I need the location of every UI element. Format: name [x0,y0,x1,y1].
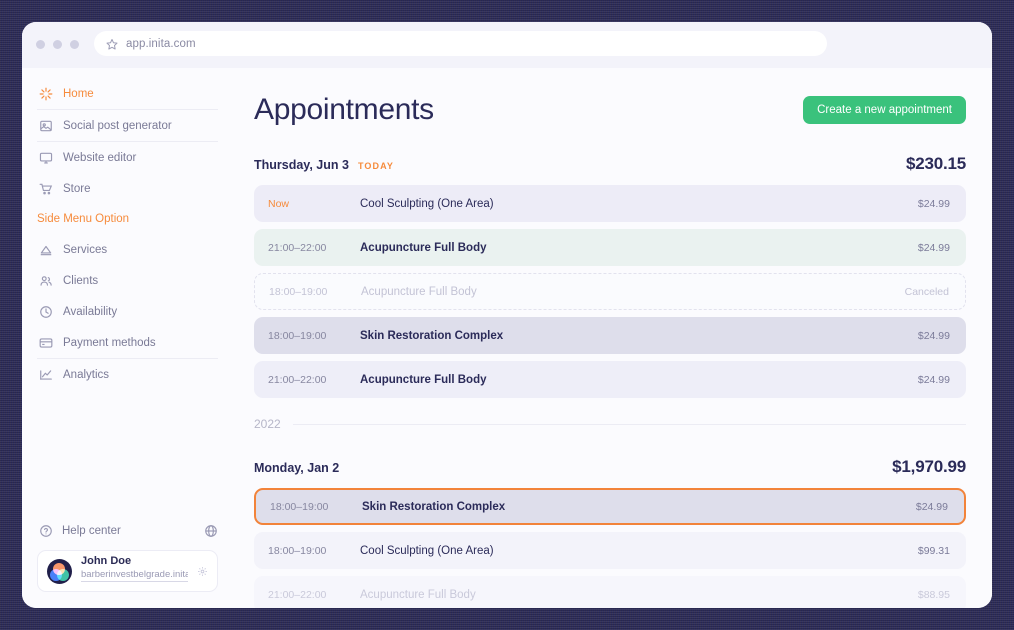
divider-line [293,424,966,425]
sidebar-item-label: Analytics [63,369,109,381]
card-icon [39,336,53,350]
window-controls[interactable] [36,40,79,49]
year-label: 2022 [254,417,281,431]
day-label: Monday, Jan 2 [254,461,339,475]
create-appointment-button[interactable]: Create a new appointment [803,96,966,124]
avatar [47,559,72,584]
appointment-row[interactable]: 18:00–19:00 Skin Restoration Complex $24… [254,317,966,354]
day-header: Thursday, Jun 3 TODAY $230.15 [254,154,966,174]
services-icon [39,243,53,257]
gear-icon[interactable] [197,566,208,577]
appointment-service: Acupuncture Full Body [360,374,918,386]
appointment-time: 18:00–19:00 [268,330,360,342]
day-header: Monday, Jan 2 $1,970.99 [254,457,966,477]
appointment-service: Acupuncture Full Body [360,242,918,254]
sidebar: Home Social post generator [22,68,228,608]
main-content: Appointments Create a new appointment Th… [228,68,992,608]
sidebar-item-services[interactable]: Services [37,234,228,265]
sidebar-item-label: Clients [63,275,98,287]
clients-icon [39,274,53,288]
appointment-row[interactable]: Now Cool Sculpting (One Area) $24.99 [254,185,966,222]
maximize-button[interactable] [70,40,79,49]
appointment-time: 18:00–19:00 [270,501,362,513]
profile-domain: barberinvestbelgrade.inita.c.. [81,568,188,582]
appointment-row[interactable]: 21:00–22:00 Acupuncture Full Body $24.99 [254,361,966,398]
sidebar-item-clients[interactable]: Clients [37,265,228,296]
today-badge: TODAY [358,161,394,171]
sparkle-icon [39,87,53,101]
browser-topbar: app.inita.com [22,22,992,68]
appointment-amount: $24.99 [916,501,948,513]
appointment-time: 18:00–19:00 [268,545,360,557]
chart-line-icon [39,368,53,382]
sidebar-item-availability[interactable]: Availability [37,296,228,327]
profile-text: John Doe barberinvestbelgrade.inita.c.. [81,555,188,587]
user-profile-card[interactable]: John Doe barberinvestbelgrade.inita.c.. [37,550,218,592]
appointment-service: Skin Restoration Complex [362,501,916,513]
year-divider: 2022 [254,417,966,431]
appointment-time: 18:00–19:00 [269,286,361,298]
day-label: Thursday, Jun 3 [254,158,349,172]
appointment-status: Canceled [905,286,949,298]
appointment-amount: $24.99 [918,330,950,342]
sidebar-item-label: Store [63,183,91,195]
appointment-service: Acupuncture Full Body [361,286,905,298]
page-title: Appointments [254,92,434,128]
globe-icon[interactable] [204,524,218,538]
day-total: $230.15 [906,154,966,174]
appointment-row-canceled[interactable]: 18:00–19:00 Acupuncture Full Body Cancel… [254,273,966,310]
appointment-row[interactable]: 18:00–19:00 Cool Sculpting (One Area) $9… [254,532,966,569]
cart-icon [39,182,53,196]
sidebar-item-label: Home [63,88,94,100]
sidebar-item-label: Social post generator [63,120,172,132]
appointment-row[interactable]: 21:00–22:00 Acupuncture Full Body $88.95 [254,576,966,608]
sidebar-item-label: Services [63,244,107,256]
appointment-amount: $99.31 [918,545,950,557]
question-circle-icon [39,524,53,538]
appointment-amount: $88.95 [918,589,950,601]
sidebar-item-website-editor[interactable]: Website editor [37,142,228,173]
appointment-time: 21:00–22:00 [268,589,360,601]
sidebar-item-home[interactable]: Home [37,78,228,109]
monitor-icon [39,151,53,165]
appointment-time: 21:00–22:00 [268,374,360,386]
appointment-service: Skin Restoration Complex [360,330,918,342]
appointment-row[interactable]: 21:00–22:00 Acupuncture Full Body $24.99 [254,229,966,266]
appointment-amount: $24.99 [918,374,950,386]
appointment-row-selected[interactable]: 18:00–19:00 Skin Restoration Complex $24… [254,488,966,525]
sidebar-item-analytics[interactable]: Analytics [37,359,228,390]
address-bar[interactable]: app.inita.com [94,31,827,56]
url-text: app.inita.com [126,38,196,50]
close-button[interactable] [36,40,45,49]
appointment-amount: $24.99 [918,242,950,254]
profile-name: John Doe [81,555,188,568]
help-center-label: Help center [62,525,121,537]
appointment-service: Acupuncture Full Body [360,589,918,601]
image-post-icon [39,119,53,133]
appointment-time: Now [268,198,360,210]
sidebar-group-label: Side Menu Option [37,204,228,234]
sidebar-footer: Help center John Doe [37,518,218,592]
minimize-button[interactable] [53,40,62,49]
star-icon[interactable] [106,38,118,50]
day-total: $1,970.99 [892,457,966,477]
appointment-amount: $24.99 [918,198,950,210]
sidebar-item-social-post-generator[interactable]: Social post generator [37,110,228,141]
appointment-time: 21:00–22:00 [268,242,360,254]
sidebar-item-payment-methods[interactable]: Payment methods [37,327,228,358]
sidebar-item-label: Payment methods [63,337,156,349]
browser-window: app.inita.com Home [22,22,992,608]
outer-frame: app.inita.com Home [0,0,1014,630]
day-header-left: Thursday, Jun 3 TODAY [254,158,394,172]
page-header: Appointments Create a new appointment [254,92,966,128]
day-header-left: Monday, Jan 2 [254,461,339,475]
help-center-row[interactable]: Help center [37,518,218,544]
appointment-service: Cool Sculpting (One Area) [360,198,918,210]
sidebar-item-store[interactable]: Store [37,173,228,204]
clock-icon [39,305,53,319]
sidebar-item-label: Availability [63,306,117,318]
appointment-service: Cool Sculpting (One Area) [360,545,918,557]
sidebar-item-label: Website editor [63,152,136,164]
